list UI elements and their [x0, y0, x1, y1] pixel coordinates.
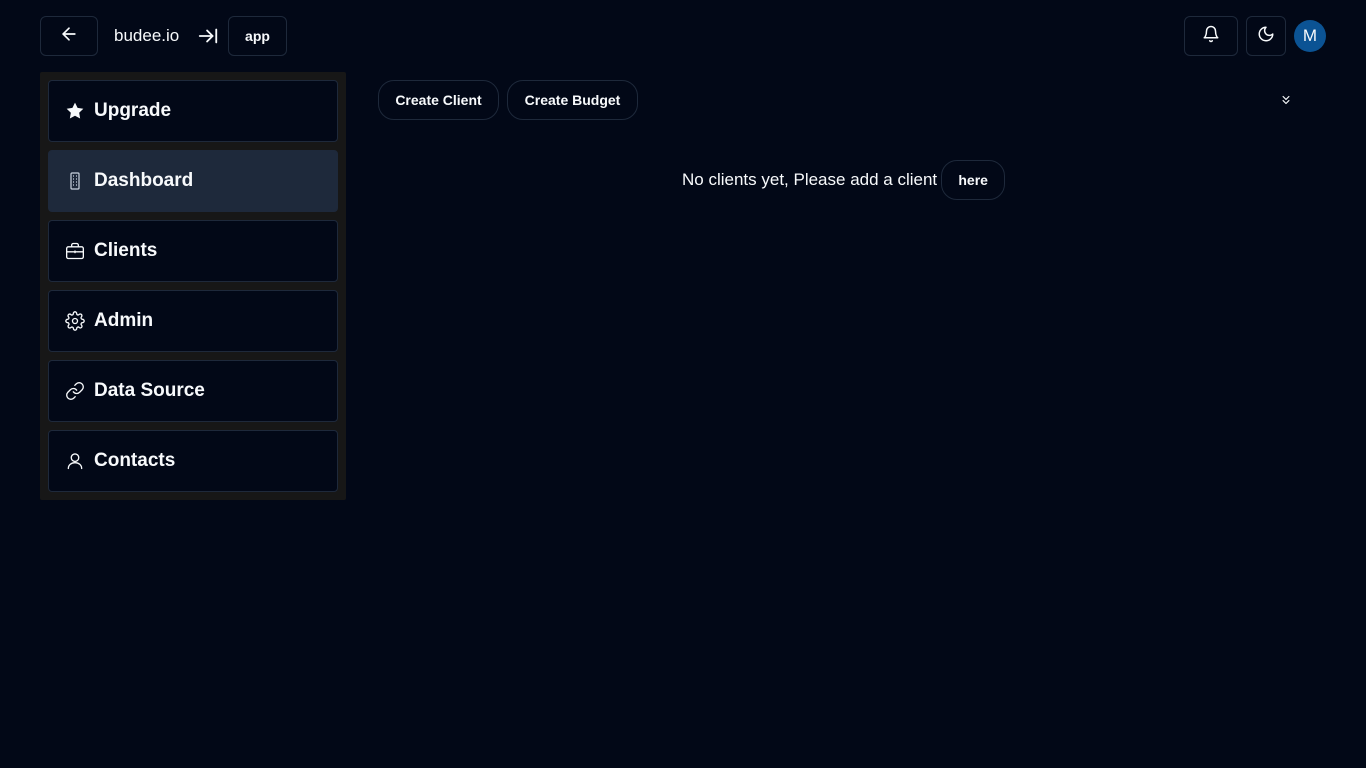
sidebar-item-data-source[interactable]: Data Source [48, 360, 338, 422]
arrow-right-to-line-icon[interactable] [196, 24, 220, 48]
briefcase-icon [65, 241, 85, 261]
chevrons-down-icon[interactable] [1276, 90, 1296, 110]
arrow-left-icon [59, 24, 79, 49]
sidebar-item-label: Admin [94, 310, 154, 331]
create-client-button[interactable]: Create Client [378, 80, 499, 120]
sidebar-item-upgrade[interactable]: Upgrade [48, 80, 338, 142]
theme-toggle-button[interactable] [1246, 16, 1286, 56]
brand-name: budee.io [114, 26, 180, 45]
bell-icon [1202, 25, 1220, 48]
empty-message: No clients yet, Please add a client [682, 170, 938, 189]
sidebar-item-label: Dashboard [94, 170, 194, 191]
notifications-button[interactable] [1184, 16, 1238, 56]
moon-icon [1257, 25, 1275, 48]
sidebar: Upgrade Dashboard Clients Admin Data Sou… [40, 72, 346, 500]
sidebar-item-label: Upgrade [94, 100, 172, 121]
sidebar-item-label: Contacts [94, 450, 176, 471]
link-icon [65, 381, 85, 401]
empty-state: No clients yet, Please add a client here [682, 160, 1006, 200]
sidebar-item-dashboard[interactable]: Dashboard [48, 150, 338, 212]
app-button[interactable]: app [228, 16, 287, 56]
star-icon [65, 101, 85, 121]
gear-icon [65, 311, 85, 331]
back-button[interactable] [40, 16, 98, 56]
sidebar-item-contacts[interactable]: Contacts [48, 430, 338, 492]
sidebar-item-label: Data Source [94, 380, 205, 401]
user-icon [65, 451, 85, 471]
sidebar-item-clients[interactable]: Clients [48, 220, 338, 282]
create-budget-button[interactable]: Create Budget [507, 80, 638, 120]
sidebar-item-label: Clients [94, 240, 158, 261]
building-icon [65, 171, 85, 191]
add-client-here-button[interactable]: here [941, 160, 1006, 200]
avatar[interactable]: M [1294, 20, 1326, 52]
sidebar-item-admin[interactable]: Admin [48, 290, 338, 352]
